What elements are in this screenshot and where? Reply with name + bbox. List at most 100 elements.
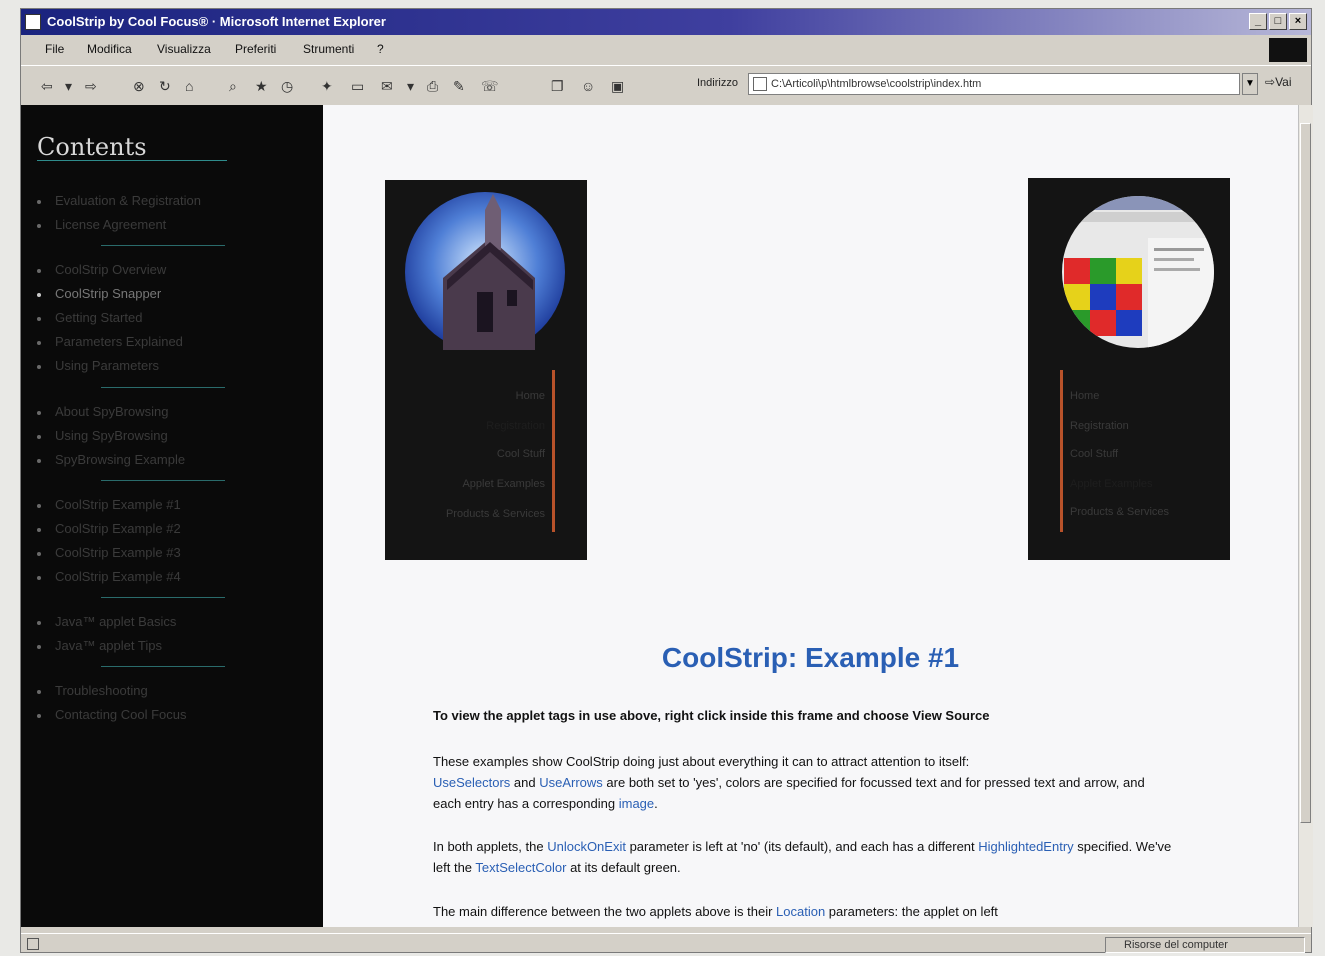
go-button[interactable]: ⇨Vai (1265, 75, 1292, 89)
main-content-frame: Home Registration Cool Stuff Applet Exam… (323, 105, 1298, 927)
nav-item-license[interactable]: License Agreement (37, 217, 166, 232)
page-icon (753, 77, 767, 91)
menu-bar: File Modifica Visualizza Preferiti Strum… (21, 35, 1311, 63)
mail-dropdown-icon[interactable]: ▾ (407, 78, 414, 95)
address-value: C:\Articoli\p\htmlbrowse\coolstrip\index… (771, 78, 982, 90)
link-usearrows[interactable]: UseArrows (539, 775, 603, 790)
refresh-icon[interactable]: ↻ (159, 78, 171, 95)
nav-item-applet-tips[interactable]: Java™ applet Tips (37, 638, 162, 653)
nav-item-getting-started[interactable]: Getting Started (37, 310, 142, 325)
nav-item-about-spybrowsing[interactable]: About SpyBrowsing (37, 404, 168, 419)
strip-item-applet-examples[interactable]: Applet Examples (1070, 478, 1153, 490)
go-label: Vai (1275, 75, 1292, 89)
fullscreen-icon[interactable]: ▭ (351, 78, 364, 95)
strip-item-registration[interactable]: Registration (1070, 420, 1129, 432)
history-icon[interactable]: ◷ (281, 78, 293, 95)
nav-divider (101, 245, 225, 246)
difference-paragraph: The main difference between the two appl… (433, 904, 998, 919)
strip-item-products[interactable]: Products & Services (1070, 506, 1169, 518)
media-icon[interactable]: ▣ (611, 78, 624, 95)
link-textselectcolor[interactable]: TextSelectColor (475, 860, 566, 875)
nav-divider (101, 480, 225, 481)
link-highlightedentry[interactable]: HighlightedEntry (978, 839, 1073, 854)
messenger-icon[interactable]: ☺ (581, 78, 595, 94)
nav-item-example-3[interactable]: CoolStrip Example #3 (37, 545, 181, 560)
nav-item-applet-basics[interactable]: Java™ applet Basics (37, 614, 176, 629)
page-status-icon (27, 938, 39, 950)
strip-item-applet-examples[interactable]: Applet Examples (462, 478, 545, 490)
menu-help[interactable]: ? (377, 42, 384, 56)
nav-item-overview[interactable]: CoolStrip Overview (37, 262, 166, 277)
nav-divider (101, 387, 225, 388)
scroll-thumb[interactable] (1300, 123, 1311, 823)
nav-item-example-4[interactable]: CoolStrip Example #4 (37, 569, 181, 584)
address-dropdown-icon[interactable]: ▼ (1242, 73, 1258, 95)
stop-icon[interactable]: ⊗ (133, 78, 145, 95)
link-location[interactable]: Location (776, 904, 825, 919)
status-bar: Risorse del computer (21, 933, 1311, 954)
back-arrow-icon[interactable]: ⇦ (41, 78, 53, 95)
channels-icon[interactable]: ✦ (321, 78, 333, 95)
back-dropdown-icon[interactable]: ▾ (65, 78, 72, 95)
window-title: CoolStrip by Cool Focus® · Microsoft Int… (47, 14, 386, 29)
maximize-button[interactable]: □ (1269, 13, 1287, 30)
address-bar[interactable]: C:\Articoli\p\htmlbrowse\coolstrip\index… (748, 73, 1240, 95)
ie-app-icon (25, 14, 41, 30)
nav-item-parameters-explained[interactable]: Parameters Explained (37, 334, 183, 349)
link-useselectors[interactable]: UseSelectors (433, 775, 510, 790)
church-image (385, 192, 587, 370)
edit-icon[interactable]: ✎ (453, 78, 465, 95)
menu-strumenti[interactable]: Strumenti (303, 42, 354, 56)
title-bar: CoolStrip by Cool Focus® · Microsoft Int… (21, 9, 1311, 35)
instruction-paragraph: To view the applet tags in use above, ri… (433, 708, 990, 723)
security-zone: Risorse del computer (1105, 937, 1305, 953)
folder-icon[interactable]: ❐ (551, 78, 564, 95)
contents-title: Contents (37, 133, 147, 161)
page-heading: CoolStrip: Example #1 (661, 642, 960, 673)
nav-item-snapper[interactable]: CoolStrip Snapper (37, 286, 161, 301)
link-image[interactable]: image (619, 796, 654, 811)
menu-modifica[interactable]: Modifica (87, 42, 132, 56)
menu-visualizza[interactable]: Visualizza (157, 42, 211, 56)
strip-item-home[interactable]: Home (1070, 390, 1099, 402)
accent-line (552, 370, 555, 532)
nav-divider (101, 597, 225, 598)
favorites-icon[interactable]: ★ (255, 78, 268, 95)
discuss-icon[interactable]: ☏ (481, 78, 499, 95)
coolstrip-applet-right[interactable]: Home Registration Cool Stuff Applet Exam… (1028, 178, 1230, 560)
nav-item-evaluation[interactable]: Evaluation & Registration (37, 193, 201, 208)
nav-item-contacting[interactable]: Contacting Cool Focus (37, 707, 187, 722)
ie-throbber-logo (1269, 38, 1307, 62)
nav-item-example-2[interactable]: CoolStrip Example #2 (37, 521, 181, 536)
nav-item-using-spybrowsing[interactable]: Using SpyBrowsing (37, 428, 168, 443)
menu-file[interactable]: File (45, 42, 64, 56)
address-label: Indirizzo (697, 77, 738, 89)
accent-line (1060, 370, 1063, 532)
close-button[interactable]: × (1289, 13, 1307, 30)
nav-item-spybrowsing-example[interactable]: SpyBrowsing Example (37, 452, 185, 467)
strip-item-coolstuff[interactable]: Cool Stuff (1070, 448, 1118, 460)
applets-paragraph: In both applets, the UnlockOnExit parame… (433, 839, 1172, 875)
vertical-scrollbar[interactable] (1298, 105, 1313, 927)
forward-arrow-icon[interactable]: ⇨ (85, 78, 97, 95)
nav-divider (101, 666, 225, 667)
strip-item-coolstuff[interactable]: Cool Stuff (497, 448, 545, 460)
coolstrip-applet-left[interactable]: Home Registration Cool Stuff Applet Exam… (385, 180, 587, 560)
mail-icon[interactable]: ✉ (381, 78, 393, 95)
nav-item-example-1[interactable]: CoolStrip Example #1 (37, 497, 181, 512)
strip-item-home[interactable]: Home (516, 390, 545, 402)
title-divider (37, 160, 227, 161)
contents-frame: Contents Evaluation & Registration Licen… (21, 105, 323, 927)
minimize-button[interactable]: _ (1249, 13, 1267, 30)
menu-preferiti[interactable]: Preferiti (235, 42, 276, 56)
home-icon[interactable]: ⌂ (185, 78, 193, 94)
nav-item-troubleshooting[interactable]: Troubleshooting (37, 683, 148, 698)
screenshot-image (1062, 196, 1214, 348)
description-paragraph: These examples show CoolStrip doing just… (433, 754, 1145, 811)
strip-item-products[interactable]: Products & Services (446, 508, 545, 520)
print-icon[interactable]: ⎙ (427, 78, 438, 95)
link-unlockonexit[interactable]: UnlockOnExit (547, 839, 626, 854)
search-icon[interactable]: ⌕ (229, 78, 237, 95)
nav-item-using-parameters[interactable]: Using Parameters (37, 358, 159, 373)
strip-item-registration[interactable]: Registration (486, 420, 545, 432)
